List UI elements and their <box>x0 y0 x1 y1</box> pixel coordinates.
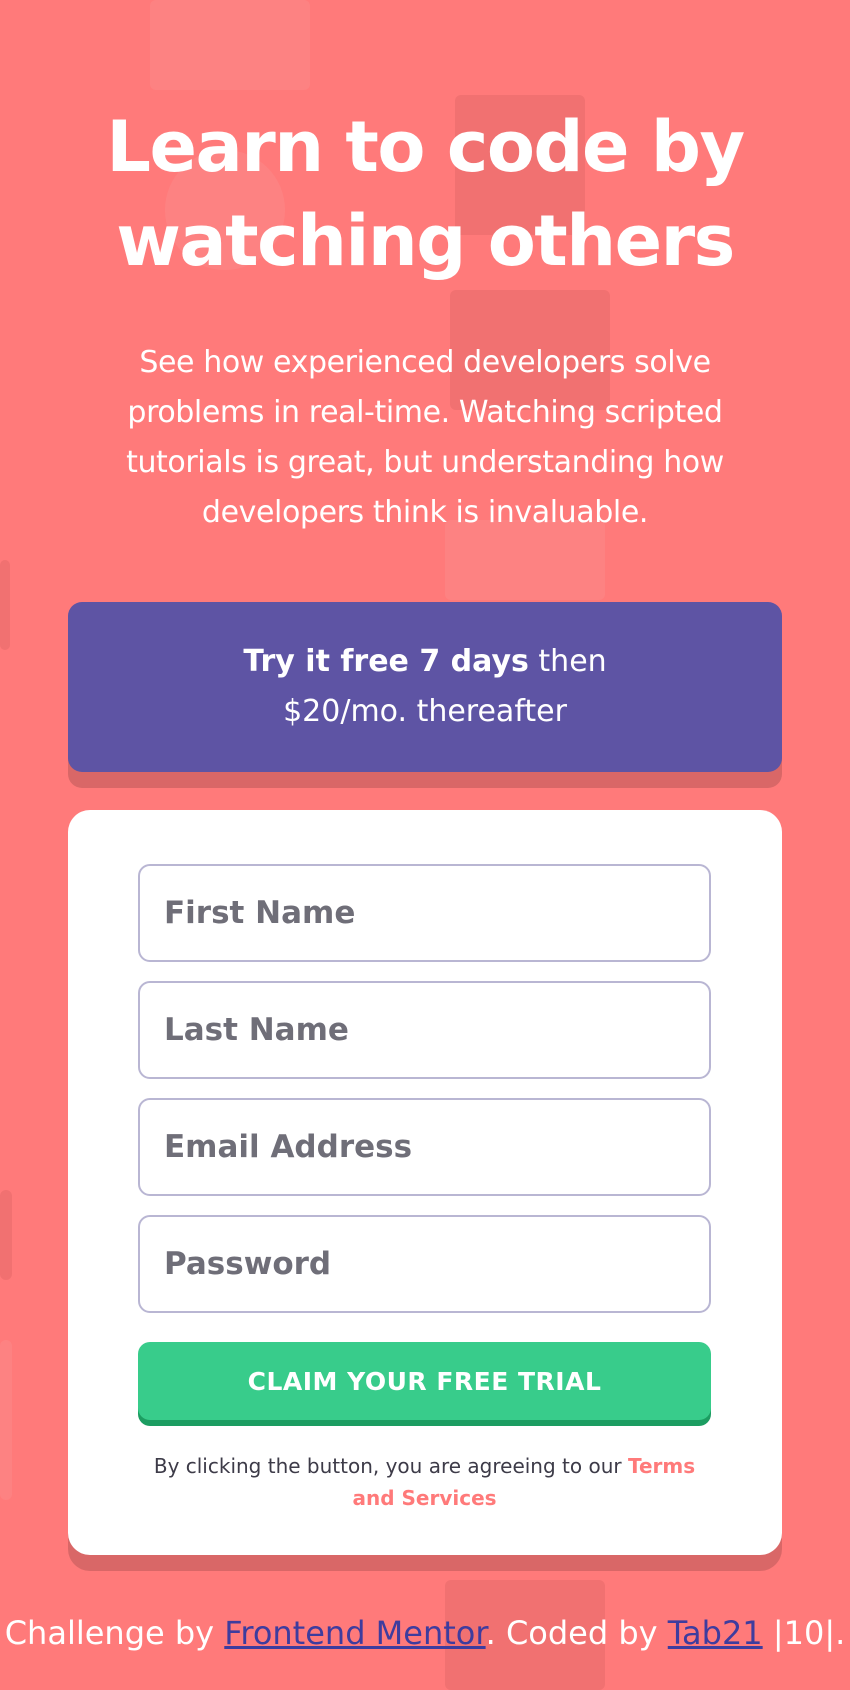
author-link[interactable]: Tab21 <box>668 1614 763 1652</box>
password-input[interactable] <box>138 1215 711 1313</box>
attribution-middle: . Coded by <box>485 1614 668 1652</box>
last-name-input[interactable] <box>138 981 711 1079</box>
frontend-mentor-link[interactable]: Frontend Mentor <box>224 1614 485 1652</box>
hero-description: See how experienced developers solve pro… <box>126 345 724 530</box>
trial-promo-banner: Try it free 7 days then $20/mo. thereaft… <box>68 602 782 772</box>
promo-bold-text: Try it free 7 days <box>243 644 529 679</box>
page-title: Learn to code by watching others <box>106 106 745 282</box>
attribution: Challenge by Frontend Mentor. Coded by T… <box>0 1610 850 1656</box>
email-input[interactable] <box>138 1098 711 1196</box>
terms-prefix-text: By clicking the button, you are agreeing… <box>153 1454 628 1478</box>
terms-notice: By clicking the button, you are agreeing… <box>138 1450 711 1514</box>
first-name-input[interactable] <box>138 864 711 962</box>
attribution-prefix: Challenge by <box>4 1614 225 1652</box>
claim-trial-button[interactable]: CLAIM YOUR FREE TRIAL <box>138 1342 711 1420</box>
signup-form: CLAIM YOUR FREE TRIAL By clicking the bu… <box>68 810 782 1555</box>
promo-text: Try it free 7 days then $20/mo. thereaft… <box>178 637 672 737</box>
attribution-suffix: |10|. <box>762 1614 846 1652</box>
